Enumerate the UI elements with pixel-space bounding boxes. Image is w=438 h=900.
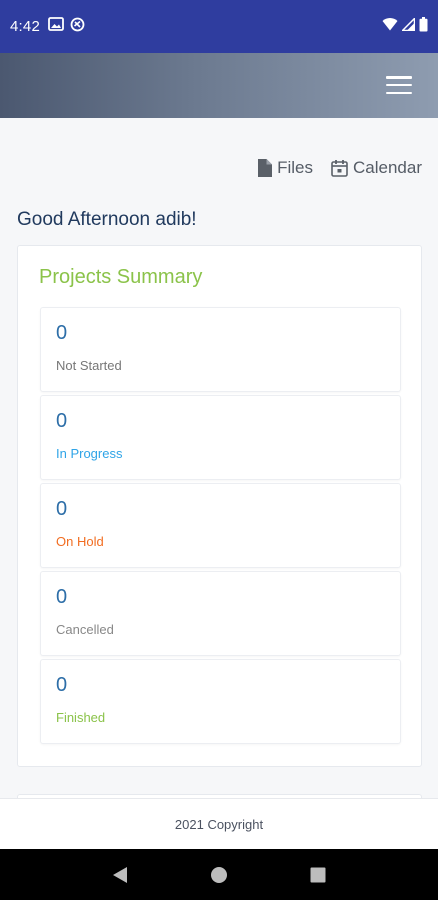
stat-finished[interactable]: 0 Finished xyxy=(40,659,401,744)
system-nav-bar xyxy=(0,849,438,900)
stat-label: Finished xyxy=(56,710,106,725)
signal-icon xyxy=(400,16,416,36)
hamburger-menu-icon[interactable] xyxy=(386,73,412,97)
stat-label: Cancelled xyxy=(56,622,114,637)
stat-in-progress[interactable]: 0 In Progress xyxy=(40,395,401,480)
stat-label: Not Started xyxy=(56,358,122,373)
gallery-icon xyxy=(48,17,64,36)
wifi-icon xyxy=(382,17,398,36)
status-system-icons xyxy=(382,16,428,37)
stat-value: 0 xyxy=(56,586,68,608)
stat-cancelled[interactable]: 0 Cancelled xyxy=(40,571,401,656)
files-link[interactable]: Files xyxy=(257,158,313,178)
app-header xyxy=(0,53,438,118)
calendar-link-label: Calendar xyxy=(353,158,422,177)
stat-label: In Progress xyxy=(56,446,123,461)
sync-icon xyxy=(70,17,85,37)
footer: 2021 Copyright xyxy=(0,798,438,849)
projects-summary-title: Projects Summary xyxy=(39,266,203,288)
quick-links: Files Calendar xyxy=(257,158,422,178)
stat-value: 0 xyxy=(56,322,68,344)
status-time: 4:42 xyxy=(10,18,40,35)
back-icon[interactable] xyxy=(100,855,140,895)
stat-not-started[interactable]: 0 Not Started xyxy=(40,307,401,392)
calendar-link[interactable]: Calendar xyxy=(331,158,422,178)
stat-value: 0 xyxy=(56,674,68,696)
home-icon[interactable] xyxy=(199,855,239,895)
stat-value: 0 xyxy=(56,410,68,432)
recents-icon[interactable] xyxy=(298,855,338,895)
greeting: Good Afternoon adib! xyxy=(17,209,197,230)
stat-label: On Hold xyxy=(56,534,104,549)
stat-on-hold[interactable]: 0 On Hold xyxy=(40,483,401,568)
file-icon xyxy=(257,159,273,177)
main-content: Files Calendar Good Afternoon adib! Proj… xyxy=(0,118,438,798)
files-link-label: Files xyxy=(277,158,313,177)
status-bar: 4:42 xyxy=(0,0,438,53)
status-notification-icons xyxy=(48,17,85,37)
calendar-icon xyxy=(331,159,348,177)
projects-summary-card: Projects Summary 0 Not Started 0 In Prog… xyxy=(17,245,422,767)
stat-value: 0 xyxy=(56,498,68,520)
footer-copyright: 2021 Copyright xyxy=(174,816,264,832)
battery-icon xyxy=(419,16,428,37)
